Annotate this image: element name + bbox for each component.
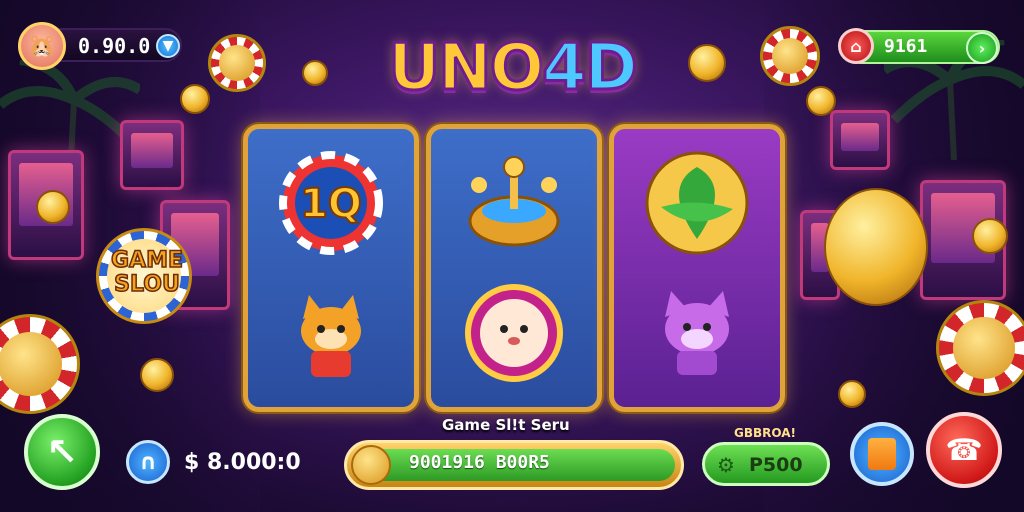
casino-chip-icon [208,34,266,92]
casino-chip-icon [936,300,1024,396]
coin-icon [351,445,391,485]
menu-button[interactable] [850,422,914,486]
game-slot-sign: GAME SLOU [96,228,192,324]
arrow-back-icon: ↖ [46,430,78,474]
player-avatar[interactable]: 🐹 [18,22,66,70]
game-caption: Game Sl!t Seru [442,416,570,434]
casino-chip-icon [760,26,820,86]
logo-text-4d: 4D [541,30,640,107]
back-button[interactable]: ↖ [24,414,100,490]
coin-icon [972,218,1008,254]
coin-icon [302,60,328,86]
auto-label: GBBROA! [734,426,797,440]
golden-joystick-icon [468,156,560,247]
slot-reel-2 [426,124,602,412]
cat-roulette-icon [465,284,563,382]
phone-icon: ☎ [945,432,983,468]
balance-value: 0.90.0 [78,34,151,58]
svg-text:1Q: 1Q [300,181,362,227]
slot-reel-3 [609,124,785,412]
chevron-right-icon: › [978,38,986,58]
coin-icon [688,44,726,82]
slot-reel-1: 1Q [243,124,419,412]
game-logo: UNO 4D [362,28,662,108]
gear-icon: ⚙ [717,453,735,477]
green-leaf-icon [645,151,749,255]
logo-text-uno: UNO [387,30,546,107]
bet-amount: $ 8.000:0 [184,450,301,475]
10-chip-icon: 1Q [279,151,383,255]
sign-line-2: SLOU [113,272,180,298]
card-icon [868,438,896,470]
gem-lock-icon: ⌂ [838,28,874,64]
coin-icon [838,380,866,408]
spin-value: 9001916 B00R5 [409,452,550,473]
coin-icon [180,84,210,114]
gems-next-button[interactable]: › [966,32,998,64]
orange-cat-icon [301,295,361,377]
chevron-down-icon: ▼ [162,38,174,54]
golden-joystick-coin-icon [824,188,928,306]
home-button[interactable]: ∩ [126,440,170,484]
win-button[interactable]: ⚙ P500 [702,442,830,486]
sign-line-1: GAME [110,248,184,274]
arcade-sign-right [830,110,890,170]
home-icon: ∩ [139,449,157,475]
coin-icon [806,86,836,116]
gems-value: 9161 [884,36,928,57]
purple-cat-icon [665,291,729,375]
win-value: P500 [749,454,803,476]
balance-add-button[interactable]: ▼ [156,34,180,58]
phone-button[interactable]: ☎ [926,412,1002,488]
coin-icon [140,358,174,392]
coin-icon [36,190,70,224]
arcade-sign-left [120,120,184,190]
spin-bar[interactable]: 9001916 B00R5 [344,440,684,490]
